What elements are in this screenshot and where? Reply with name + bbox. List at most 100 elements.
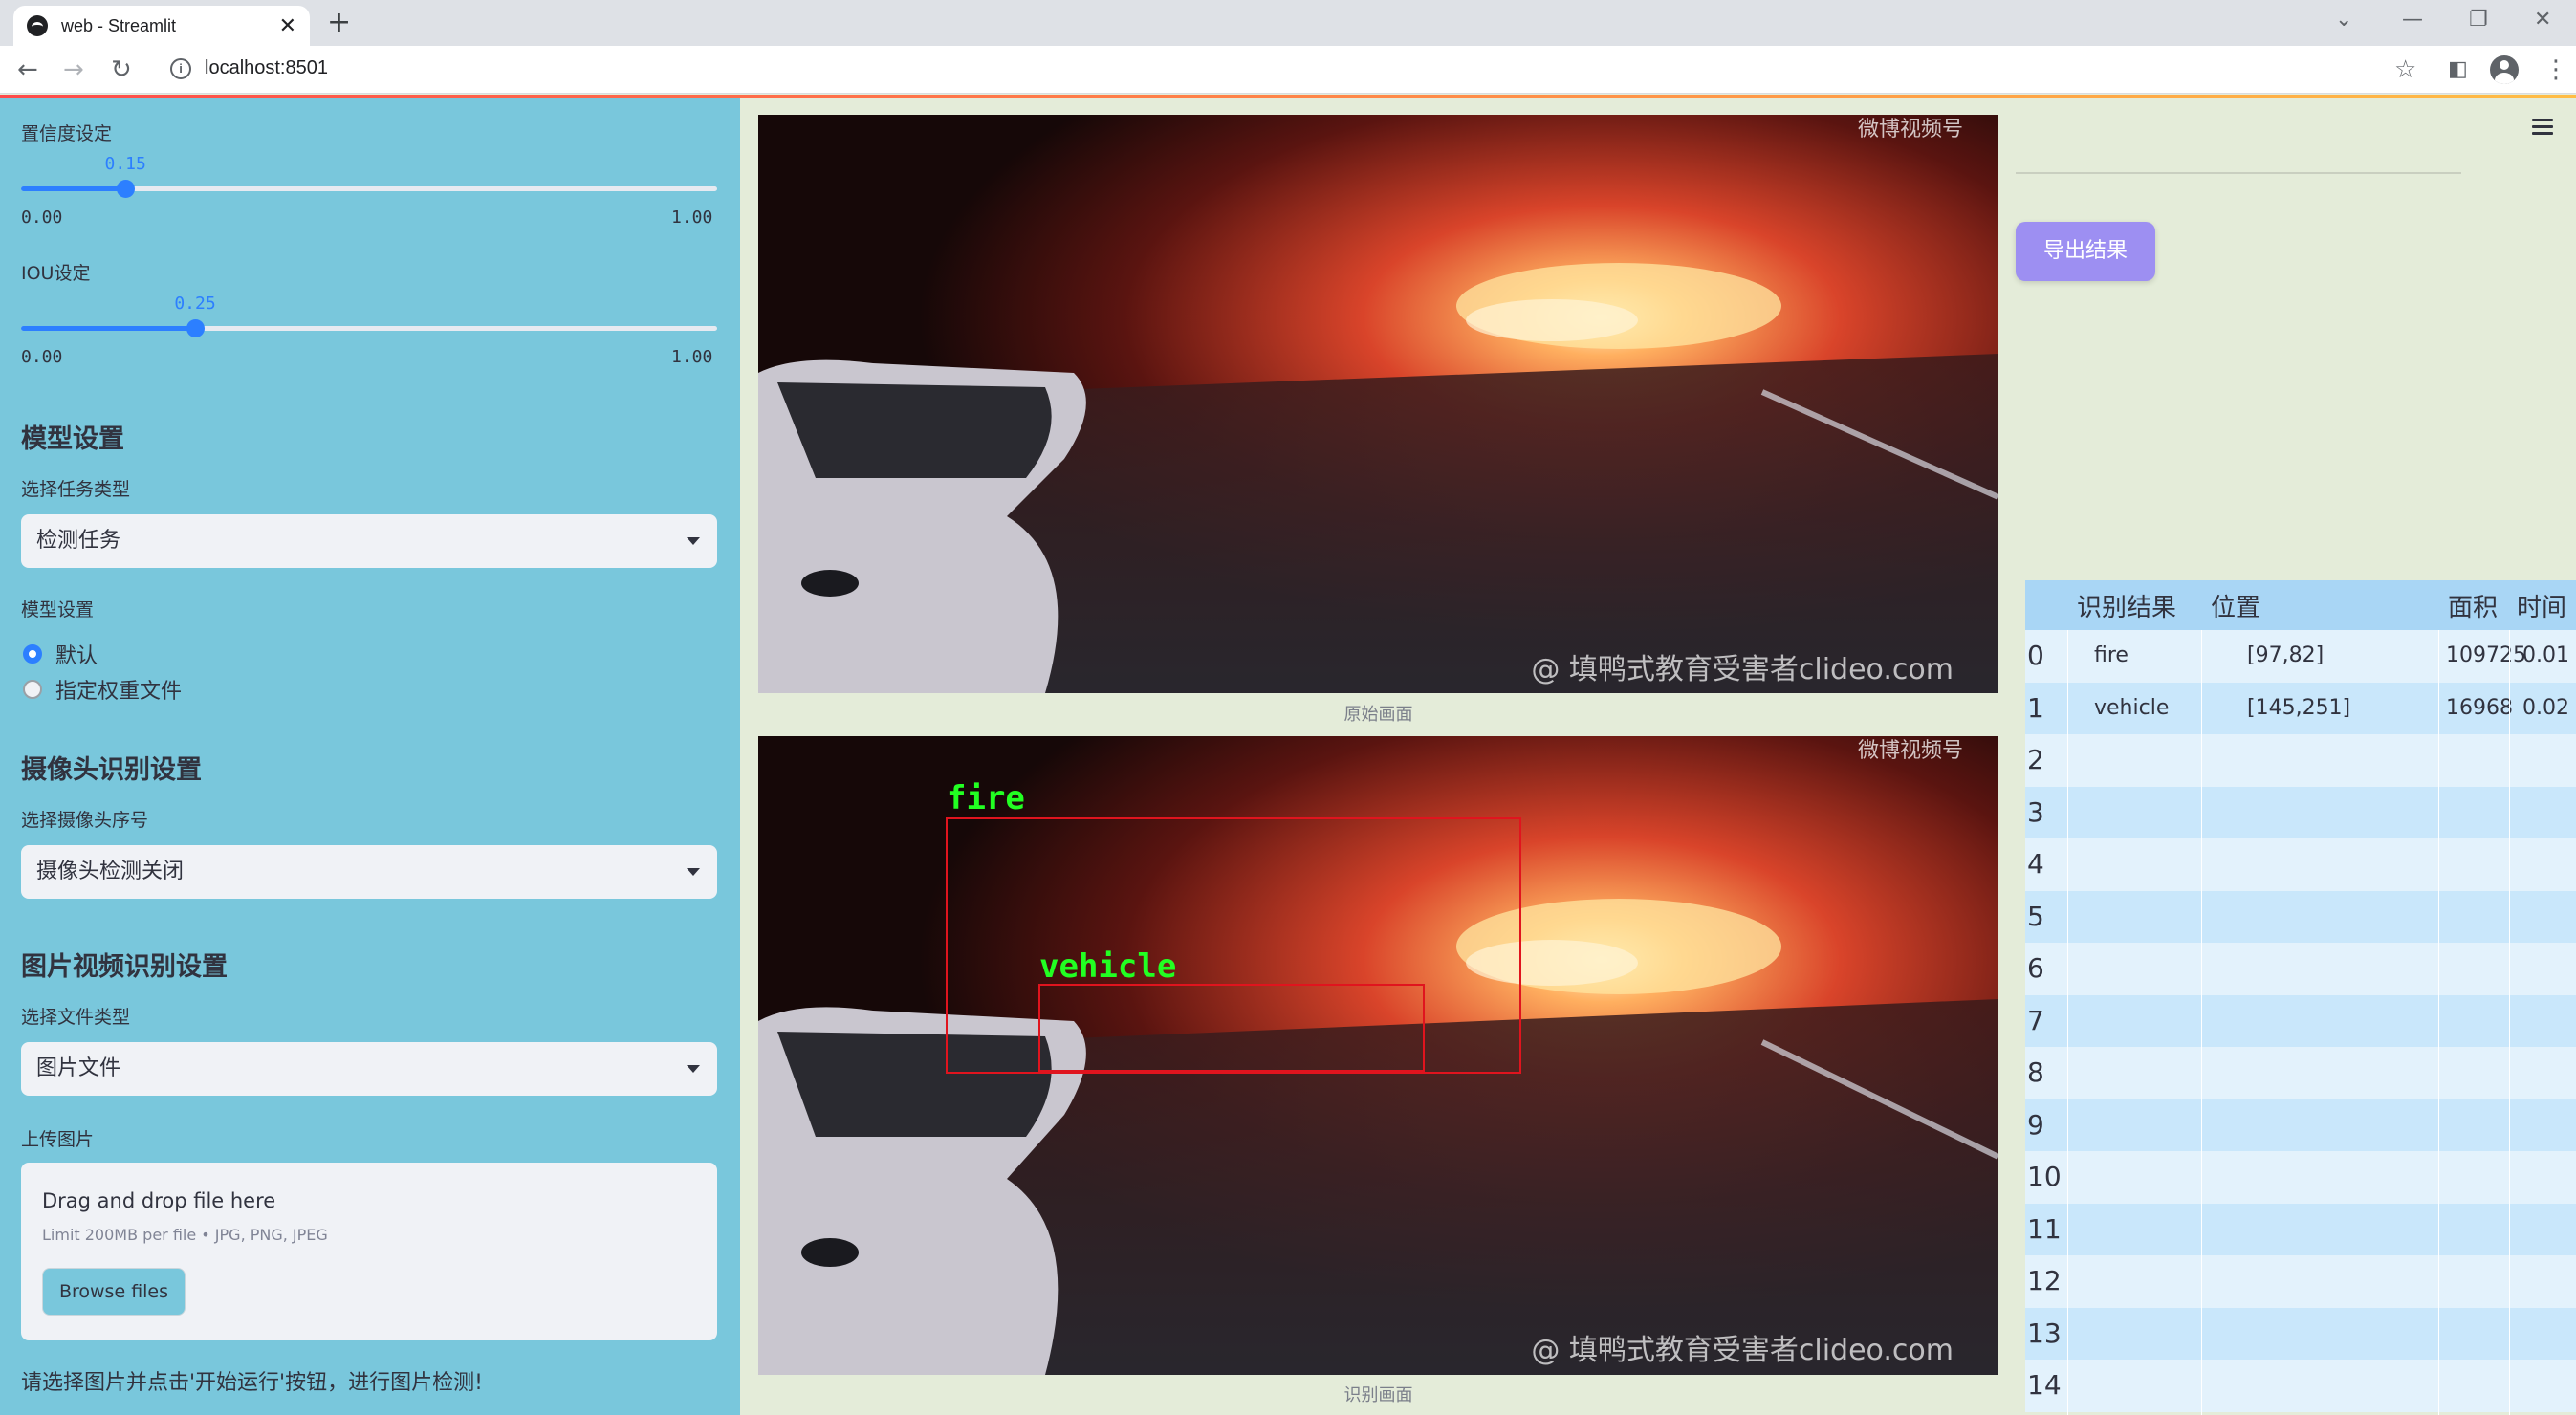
browse-files-button[interactable]: Browse files <box>42 1268 186 1316</box>
table-row[interactable]: 8 <box>2025 1047 2576 1099</box>
iou-label: IOU设定 <box>21 263 91 284</box>
fire-detection-label: fire <box>947 779 1025 817</box>
area-cell: 16968 <box>2446 695 2513 720</box>
profile-avatar-icon[interactable] <box>2490 55 2519 84</box>
tab-search-icon[interactable]: ⌄ <box>2335 8 2352 32</box>
confidence-slider-fill <box>21 186 126 191</box>
table-row[interactable]: 11 <box>2025 1203 2576 1255</box>
confidence-slider-thumb[interactable] <box>117 180 136 198</box>
iou-slider[interactable] <box>21 319 717 337</box>
browser-menu-icon[interactable]: ⋮ <box>2543 55 2568 84</box>
reload-icon[interactable]: ↻ <box>111 55 132 84</box>
radio-selected-icon[interactable] <box>23 644 42 664</box>
row-index: 0 <box>2027 640 2044 671</box>
column-header[interactable]: 位置 <box>2211 588 2260 623</box>
export-results-button[interactable]: 导出结果 <box>2016 222 2155 281</box>
divider <box>2016 172 2461 174</box>
upload-label: 上传图片 <box>21 1129 95 1150</box>
detected-caption: 识别画面 <box>1343 1385 1413 1405</box>
streamlit-favicon-icon <box>27 15 48 36</box>
row-index: 2 <box>2027 744 2044 775</box>
table-row[interactable]: 3 <box>2025 786 2576 838</box>
row-index: 7 <box>2027 1004 2044 1036</box>
column-header[interactable]: 时间 <box>2517 588 2566 623</box>
result-cell: vehicle <box>2094 695 2170 720</box>
row-index: 12 <box>2027 1265 2062 1296</box>
row-index: 14 <box>2027 1369 2062 1401</box>
position-cell: [97,82] <box>2247 643 2325 667</box>
column-header[interactable]: 面积 <box>2448 588 2498 623</box>
weibo-watermark-top: 微博视频号 <box>1858 118 1963 142</box>
site-info-icon[interactable]: i <box>170 58 191 79</box>
task-type-select[interactable]: 检测任务 <box>21 514 717 568</box>
confidence-min: 0.00 <box>21 207 63 228</box>
minimize-icon[interactable]: — <box>2402 8 2423 32</box>
side-panel-icon[interactable]: ◧ <box>2448 57 2468 81</box>
chevron-down-icon <box>687 868 700 876</box>
camera-index-select[interactable]: 摄像头检测关闭 <box>21 845 717 899</box>
window-close-icon[interactable]: ✕ <box>2534 8 2551 32</box>
table-row[interactable]: 10 <box>2025 1151 2576 1204</box>
iou-value: 0.25 <box>174 294 216 314</box>
chevron-down-icon <box>687 1065 700 1073</box>
model-settings-label: 模型设置 <box>21 599 95 620</box>
column-divider <box>2067 630 2068 1415</box>
forward-icon[interactable]: → <box>63 55 84 84</box>
tab-title: web - Streamlit <box>61 15 177 35</box>
row-index: 4 <box>2027 848 2044 880</box>
browser-tabstrip: web - Streamlit ✕ + ⌄ — ❐ ✕ <box>0 0 2576 46</box>
browser-toolbar: ← → ↻ i localhost:8501 ☆ ◧ ⋮ <box>0 46 2576 94</box>
column-header[interactable]: 识别结果 <box>2077 588 2176 623</box>
browser-tab[interactable]: web - Streamlit ✕ <box>13 6 310 46</box>
confidence-label: 置信度设定 <box>21 123 113 144</box>
row-index: 1 <box>2027 691 2044 724</box>
iou-slider-thumb[interactable] <box>186 319 205 337</box>
weibo-watermark-bottom: @ 填鸭式教育受害者clideo.com <box>1531 653 1954 686</box>
table-row[interactable]: 9 <box>2025 1099 2576 1151</box>
row-index: 10 <box>2027 1161 2062 1192</box>
dropzone-limit: Limit 200MB per file • JPG, PNG, JPEG <box>42 1226 328 1244</box>
table-row[interactable]: 6 <box>2025 943 2576 995</box>
radio-default-label: 默认 <box>55 644 98 668</box>
vehicle-detection-label: vehicle <box>1039 947 1176 986</box>
new-tab-icon[interactable]: + <box>327 6 351 39</box>
table-header: 识别结果 位置 面积 时间 <box>2025 580 2576 630</box>
url-field[interactable]: localhost:8501 <box>205 57 328 79</box>
restore-icon[interactable]: ❐ <box>2469 8 2488 32</box>
row-index: 8 <box>2027 1056 2044 1088</box>
chevron-down-icon <box>687 537 700 545</box>
table-row[interactable]: 14 <box>2025 1360 2576 1412</box>
confidence-slider[interactable] <box>21 180 717 198</box>
file-dropzone[interactable]: Drag and drop file here Limit 200MB per … <box>21 1163 717 1340</box>
table-row[interactable]: 7 <box>2025 994 2576 1047</box>
model-settings-heading: 模型设置 <box>21 424 124 454</box>
app-menu-icon[interactable] <box>2532 119 2553 135</box>
table-row[interactable]: 13 <box>2025 1307 2576 1360</box>
position-cell: [145,251] <box>2247 695 2351 720</box>
task-type-label: 选择任务类型 <box>21 479 131 500</box>
row-index: 6 <box>2027 952 2044 984</box>
table-row[interactable]: 0 fire [97,82] 109725 0.01 <box>2025 630 2576 683</box>
table-row[interactable]: 2 <box>2025 734 2576 787</box>
bookmark-star-icon[interactable]: ☆ <box>2394 55 2416 84</box>
time-cell: 0.02 <box>2522 695 2569 720</box>
table-row[interactable]: 1 vehicle [145,251] 16968 0.02 <box>2025 682 2576 734</box>
radio-custom-weights[interactable]: 指定权重文件 <box>23 674 182 705</box>
camera-settings-heading: 摄像头识别设置 <box>21 755 202 785</box>
row-index: 13 <box>2027 1317 2062 1349</box>
radio-default[interactable]: 默认 <box>23 639 98 669</box>
close-tab-icon[interactable]: ✕ <box>279 14 296 38</box>
radio-unselected-icon[interactable] <box>23 680 42 699</box>
column-divider <box>2438 630 2439 1415</box>
time-cell: 0.01 <box>2522 643 2569 667</box>
iou-max: 1.00 <box>671 347 713 367</box>
table-row[interactable]: 5 <box>2025 890 2576 943</box>
row-index: 5 <box>2027 900 2044 932</box>
file-type-select[interactable]: 图片文件 <box>21 1042 717 1096</box>
table-row[interactable]: 12 <box>2025 1255 2576 1308</box>
results-table[interactable]: 识别结果 位置 面积 时间 0 fire [97,82] 109725 0.01 1 veh… <box>2025 580 2576 1415</box>
dropzone-title: Drag and drop file here <box>42 1189 276 1212</box>
back-icon[interactable]: ← <box>17 55 38 84</box>
column-divider <box>2201 630 2202 1415</box>
table-row[interactable]: 4 <box>2025 838 2576 891</box>
